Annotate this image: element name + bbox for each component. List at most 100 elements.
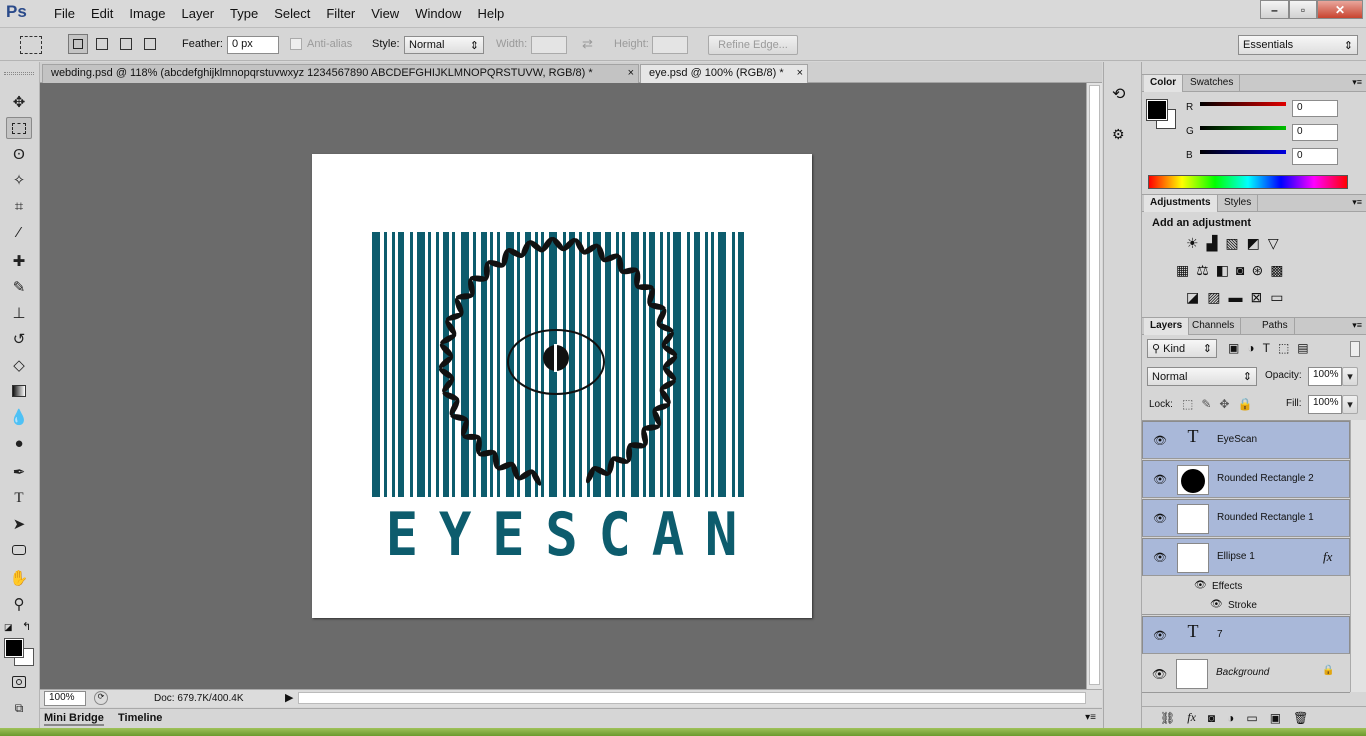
lock-position-icon[interactable]: ✥ — [1219, 397, 1229, 411]
invert-icon[interactable]: ◪ — [1186, 289, 1199, 306]
close-button[interactable]: ✕ — [1317, 0, 1363, 19]
tab-paths[interactable]: Paths — [1256, 318, 1295, 335]
menu-filter[interactable]: Filter — [318, 6, 363, 21]
type-icon[interactable]: T — [6, 487, 32, 509]
layer-filter-kind[interactable]: ⚲ Kind ⇕ — [1147, 339, 1217, 358]
stroke-eye-icon[interactable]: 👁 — [1210, 599, 1223, 610]
effects-eye-icon[interactable]: 👁 — [1194, 580, 1207, 591]
exposure-icon[interactable]: ◩ — [1247, 235, 1260, 252]
horizontal-scrollbar[interactable] — [298, 692, 1086, 704]
new-group-icon[interactable]: ▭ — [1246, 711, 1257, 725]
tab-swatches[interactable]: Swatches — [1184, 75, 1241, 92]
healing-brush-icon[interactable]: ✚ — [6, 250, 32, 272]
shape-icon[interactable] — [6, 539, 32, 561]
path-select-icon[interactable]: ➤ — [6, 513, 32, 535]
crop-icon[interactable]: ⌗ — [6, 195, 32, 217]
screen-mode-icon[interactable]: ⧉ — [6, 697, 32, 719]
fx-icon[interactable]: fx — [1323, 549, 1332, 565]
swap-icon[interactable]: ⇄ — [582, 36, 593, 52]
menu-file[interactable]: File — [46, 6, 83, 21]
tab-close-icon[interactable]: × — [797, 67, 803, 79]
layers-scrollbar[interactable] — [1350, 420, 1366, 692]
properties-icon[interactable]: ⚙ — [1112, 126, 1125, 143]
gradient-icon[interactable] — [6, 380, 32, 402]
dodge-icon[interactable]: ● — [6, 432, 32, 454]
channel-b-input[interactable]: 0 — [1292, 148, 1338, 165]
color-lookup-icon[interactable]: ▩ — [1270, 262, 1283, 279]
quick-select-icon[interactable]: ✧ — [6, 169, 32, 191]
menu-image[interactable]: Image — [121, 6, 173, 21]
blur-icon[interactable]: 💧 — [6, 406, 32, 428]
channel-g-input[interactable]: 0 — [1292, 124, 1338, 141]
photo-filter-icon[interactable]: ◙ — [1236, 262, 1244, 279]
menu-help[interactable]: Help — [469, 6, 512, 21]
black-white-icon[interactable]: ◧ — [1216, 262, 1229, 279]
eyedropper-icon[interactable]: ⁄ — [6, 221, 32, 243]
layer-row[interactable]: 👁 T EyeScan — [1142, 421, 1350, 459]
height-input[interactable] — [652, 36, 688, 54]
layer-row[interactable]: 👁 T 7 — [1142, 616, 1350, 654]
move-icon[interactable]: ✥ — [6, 91, 32, 113]
tab-channels[interactable]: Channels — [1186, 318, 1242, 335]
new-layer-icon[interactable]: ▣ — [1270, 711, 1281, 725]
antialias-checkbox[interactable] — [290, 38, 302, 50]
menu-select[interactable]: Select — [266, 6, 318, 21]
tab-mini-bridge[interactable]: Mini Bridge — [44, 712, 104, 726]
menu-type[interactable]: Type — [222, 6, 266, 21]
refine-edge-button[interactable]: Refine Edge... — [708, 35, 798, 55]
swap-colors-icon[interactable]: ↰ — [22, 620, 31, 633]
filter-shape-icon[interactable]: ⬚ — [1278, 341, 1289, 355]
threshold-icon[interactable]: ▬ — [1228, 289, 1242, 306]
filter-adjustment-icon[interactable]: ◑ — [1247, 341, 1254, 355]
blend-mode-select[interactable]: Normal ⇕ — [1147, 367, 1257, 386]
vibrance-icon[interactable]: ▽ — [1268, 235, 1279, 252]
selective-color-icon[interactable]: ⊠ — [1250, 289, 1262, 306]
document-canvas[interactable]: EYESCAN — [312, 154, 812, 618]
width-input[interactable] — [531, 36, 567, 54]
quick-mask-icon[interactable] — [6, 671, 32, 693]
status-menu-arrow-icon[interactable]: ▶ — [285, 691, 293, 704]
brush-icon[interactable]: ✎ — [6, 276, 32, 298]
gradient-map-icon[interactable]: ▭ — [1270, 289, 1283, 306]
tool-preset-icon[interactable] — [20, 36, 42, 54]
restore-button[interactable]: ▫ — [1289, 0, 1317, 19]
panel-menu-icon[interactable]: ▾≡ — [1352, 320, 1362, 331]
menu-view[interactable]: View — [363, 6, 407, 21]
lock-image-icon[interactable]: ✎ — [1201, 397, 1211, 411]
tab-eye[interactable]: eye.psd @ 100% (RGB/8) * × — [640, 64, 808, 83]
channel-mixer-icon[interactable]: ⊛ — [1252, 262, 1264, 279]
panel-menu-icon[interactable]: ▾≡ — [1085, 712, 1096, 723]
channel-r-input[interactable]: 0 — [1292, 100, 1338, 117]
visibility-eye-icon[interactable]: 👁 — [1152, 667, 1167, 681]
add-style-icon[interactable]: fx — [1187, 710, 1196, 725]
pen-icon[interactable]: ✒ — [6, 461, 32, 483]
tab-layers[interactable]: Layers — [1144, 318, 1190, 335]
layer-row[interactable]: 👁 Rounded Rectangle 2 — [1142, 460, 1350, 498]
tab-webding[interactable]: webding.psd @ 118% (abcdefghijklmnopqrst… — [42, 64, 639, 83]
color-fg-swatch[interactable] — [1146, 99, 1168, 121]
brightness-contrast-icon[interactable]: ☀ — [1186, 235, 1199, 252]
tab-adjustments[interactable]: Adjustments — [1144, 195, 1218, 212]
fill-arrow-icon[interactable]: ▾ — [1342, 395, 1358, 414]
menu-layer[interactable]: Layer — [174, 6, 223, 21]
workspace-select[interactable]: Essentials ⇕ — [1238, 35, 1358, 55]
panel-menu-icon[interactable]: ▾≡ — [1352, 77, 1362, 88]
visibility-eye-icon[interactable]: 👁 — [1153, 434, 1167, 447]
eraser-icon[interactable]: ◇ — [6, 354, 32, 376]
minimize-button[interactable]: – — [1260, 0, 1289, 19]
channel-r-slider[interactable] — [1200, 102, 1286, 106]
tab-styles[interactable]: Styles — [1218, 195, 1259, 212]
filter-pixel-icon[interactable]: ▣ — [1228, 341, 1239, 355]
new-adjustment-icon[interactable]: ◑ — [1227, 711, 1234, 725]
filter-toggle[interactable] — [1350, 341, 1360, 357]
fill-input[interactable]: 100% — [1308, 395, 1342, 414]
layer-row[interactable]: 👁 Ellipse 1 fx — [1142, 538, 1350, 576]
filter-type-icon[interactable]: T — [1263, 341, 1270, 355]
visibility-eye-icon[interactable]: 👁 — [1153, 629, 1167, 642]
opacity-input[interactable]: 100% — [1308, 367, 1342, 386]
intersect-selection-icon[interactable] — [144, 38, 156, 50]
panel-grip[interactable] — [4, 72, 34, 75]
foreground-color-swatch[interactable] — [4, 638, 24, 658]
color-balance-icon[interactable]: ⚖ — [1196, 262, 1209, 279]
vertical-scrollbar[interactable] — [1086, 83, 1102, 689]
